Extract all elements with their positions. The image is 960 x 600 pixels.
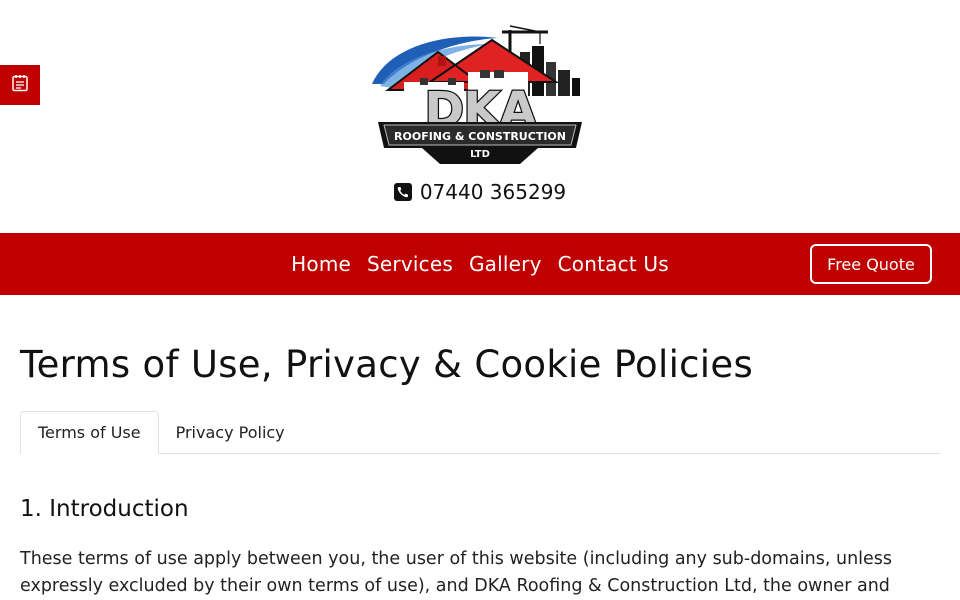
- section-heading: 1. Introduction: [20, 496, 189, 522]
- main-content: Terms of Use, Privacy & Cookie Policies …: [20, 295, 940, 600]
- free-quote-button[interactable]: Free Quote: [810, 244, 932, 284]
- logo-line2-text: LTD: [470, 149, 490, 160]
- phone-contact[interactable]: 07440 365299: [0, 178, 960, 206]
- page-title: Terms of Use, Privacy & Cookie Policies: [20, 343, 754, 386]
- phone-icon: [393, 183, 412, 201]
- nav-link-services[interactable]: Services: [367, 252, 453, 276]
- body-paragraph: These terms of use apply between you, th…: [20, 549, 893, 596]
- policy-tabs: Terms of Use Privacy Policy: [20, 411, 940, 454]
- nav-link-home[interactable]: Home: [291, 252, 351, 276]
- main-navigation: Home Services Gallery Contact Us Free Qu…: [0, 233, 960, 295]
- site-header: DKA ROOFING & CONSTRUCTION LTD 07440 365…: [0, 0, 960, 233]
- nav-link-contact-us[interactable]: Contact Us: [558, 252, 669, 276]
- logo-line1-text: ROOFING & CONSTRUCTION: [394, 130, 566, 143]
- tab-privacy-policy[interactable]: Privacy Policy: [159, 411, 302, 453]
- tab-terms-of-use[interactable]: Terms of Use: [20, 411, 159, 454]
- phone-number[interactable]: 07440 365299: [420, 180, 566, 204]
- nav-link-gallery[interactable]: Gallery: [469, 252, 542, 276]
- company-logo[interactable]: DKA ROOFING & CONSTRUCTION LTD: [370, 22, 590, 168]
